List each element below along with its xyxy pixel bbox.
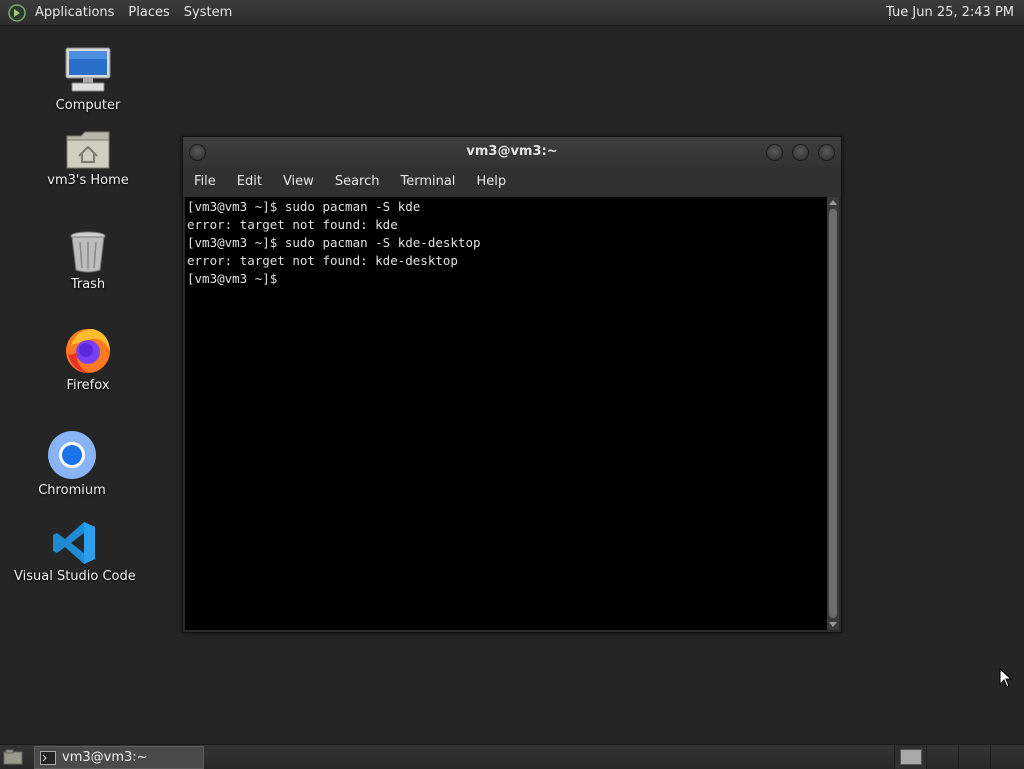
- bottom-panel: vm3@vm3:~: [0, 744, 1024, 769]
- clock[interactable]: Tue Jun 25, 2:43 PM: [886, 0, 1014, 25]
- home-folder-icon: [66, 131, 110, 169]
- chromium-icon: [48, 431, 96, 479]
- workspace-4[interactable]: [990, 745, 1022, 769]
- window-title: vm3@vm3:~: [466, 144, 558, 159]
- system-menu[interactable]: System: [177, 0, 239, 25]
- top-panel: Applications Places System Tue Jun 25, 2…: [0, 0, 1024, 26]
- desktop-icon-trash[interactable]: Trash: [48, 230, 128, 292]
- desktop-icon-label: Firefox: [66, 378, 110, 393]
- desktop-icon-firefox[interactable]: Firefox: [48, 325, 128, 393]
- desktop-icon-label: Chromium: [38, 483, 106, 498]
- vscode-icon: [53, 522, 95, 564]
- taskbar-label: vm3@vm3:~: [62, 750, 148, 765]
- scroll-thumb[interactable]: [829, 209, 837, 618]
- applications-logo-icon[interactable]: [8, 3, 26, 22]
- desktop-icon-label: Trash: [70, 277, 106, 292]
- terminal-output[interactable]: [vm3@vm3 ~]$ sudo pacman -S kde error: t…: [185, 197, 827, 630]
- desktop-icon-computer[interactable]: Computer: [48, 45, 128, 113]
- terminal-window[interactable]: vm3@vm3:~ File Edit View Search Terminal…: [182, 136, 842, 633]
- menu-terminal[interactable]: Terminal: [389, 174, 465, 189]
- desktop-icon-label: Computer: [55, 98, 121, 113]
- terminal-menubar: File Edit View Search Terminal Help: [183, 167, 841, 196]
- terminal-line: error: target not found: kde: [187, 217, 398, 232]
- terminal-scrollbar[interactable]: [827, 197, 839, 630]
- mouse-cursor-icon: [999, 668, 1013, 688]
- menu-view[interactable]: View: [272, 174, 324, 189]
- computer-icon: [65, 47, 111, 92]
- minimize-button[interactable]: [766, 144, 783, 161]
- workspace-1[interactable]: [894, 745, 926, 769]
- desktop-icon-chromium[interactable]: Chromium: [32, 430, 112, 498]
- menu-file[interactable]: File: [183, 174, 226, 189]
- terminal-icon: [40, 750, 56, 765]
- desktop-icon-label: vm3's Home: [47, 173, 129, 188]
- applications-menu[interactable]: Applications: [28, 0, 121, 25]
- scroll-up-arrow-icon[interactable]: [829, 200, 837, 205]
- workspace-3[interactable]: [958, 745, 990, 769]
- terminal-line: error: target not found: kde-desktop: [187, 253, 458, 268]
- menu-help[interactable]: Help: [465, 174, 516, 189]
- workspace-2[interactable]: [926, 745, 958, 769]
- terminal-line: [vm3@vm3 ~]$ sudo pacman -S kde: [187, 199, 421, 214]
- scroll-down-arrow-icon[interactable]: [829, 622, 837, 627]
- desktop-icon-home[interactable]: vm3's Home: [43, 128, 133, 188]
- desktop-icon-label: Visual Studio Code: [14, 569, 136, 584]
- terminal-prompt-line: [vm3@vm3 ~]$: [187, 271, 285, 286]
- terminal-titlebar[interactable]: vm3@vm3:~: [183, 137, 841, 167]
- trash-icon: [70, 231, 106, 273]
- places-menu[interactable]: Places: [121, 0, 176, 25]
- terminal-line: [vm3@vm3 ~]$ sudo pacman -S kde-desktop: [187, 235, 481, 250]
- show-desktop-icon[interactable]: [3, 749, 23, 765]
- desktop-icon-vscode[interactable]: Visual Studio Code: [14, 520, 136, 584]
- firefox-icon: [66, 329, 110, 373]
- menu-edit[interactable]: Edit: [226, 174, 272, 189]
- taskbar-terminal-button[interactable]: vm3@vm3:~: [34, 746, 204, 769]
- menu-search[interactable]: Search: [324, 174, 390, 189]
- close-button[interactable]: [818, 144, 835, 161]
- maximize-button[interactable]: [792, 144, 809, 161]
